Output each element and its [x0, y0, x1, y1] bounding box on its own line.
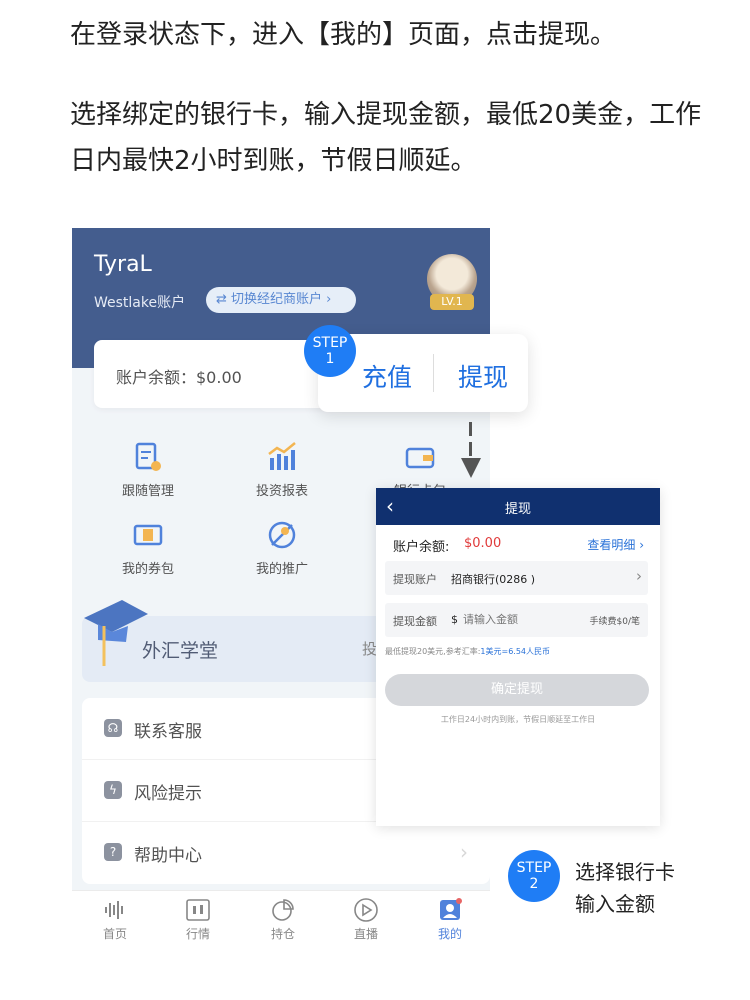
withdraw-account-field[interactable]: 提现账户 招商银行(0286 ) ›: [385, 561, 648, 595]
step-word: STEP: [312, 335, 348, 351]
chevron-right-icon: ›: [636, 567, 642, 585]
field-label: 提现账户: [393, 573, 437, 586]
arrow-line: [469, 422, 472, 460]
step2-description: 选择银行卡 输入金额: [575, 856, 675, 920]
step-number: 2: [529, 876, 539, 892]
exchange-rate: 1美元=6.54人民币: [480, 647, 551, 656]
withdraw-title: 提现: [504, 502, 531, 517]
withdraw-amount-field: 提现金额 $ 手续费$0/笔: [385, 603, 648, 637]
withdraw-screenshot: ‹ 提现 账户余额: $0.00 查看明细 › 提现账户 招商银行(0286 )…: [376, 488, 660, 826]
instruction-line-1: 在登录状态下，进入【我的】页面，点击提现。: [70, 20, 617, 50]
withdraw-header: ‹ 提现: [376, 488, 660, 525]
withdraw-button[interactable]: 提现: [458, 358, 508, 394]
bank-account-value: 招商银行(0286 ): [451, 573, 536, 586]
arrival-footnote: 工作日24小时内到账，节假日顺延至工作日: [440, 715, 596, 724]
instruction-line-2: 选择绑定的银行卡，输入提现金额，最低20美金，工作日内最快2小时到账，节假日顺延…: [70, 100, 702, 176]
currency-symbol: $: [451, 613, 458, 626]
balance-value: $0.00: [464, 536, 502, 551]
step1-badge: STEP 1: [304, 325, 356, 377]
step-number: 1: [325, 351, 335, 367]
step2-line-2: 输入金额: [575, 892, 655, 916]
step2-badge: STEP 2: [508, 850, 560, 902]
field-label: 提现金额: [393, 615, 437, 628]
divider: [433, 354, 434, 392]
note-text: 最低提现20美元,参考汇率:: [385, 647, 481, 656]
recharge-button[interactable]: 充值: [362, 358, 412, 394]
amount-input[interactable]: [463, 613, 583, 626]
minimum-note: 最低提现20美元,参考汇率:1美元=6.54人民币: [385, 646, 550, 657]
balance-label: 账户余额:: [393, 540, 450, 555]
view-details-link[interactable]: 查看明细 ›: [587, 536, 644, 553]
fee-text: 手续费$0/笔: [589, 617, 641, 627]
arrow-down-icon: [461, 458, 481, 478]
step-word: STEP: [516, 860, 552, 876]
step2-line-1: 选择银行卡: [575, 860, 675, 884]
confirm-withdraw-button[interactable]: 确定提现: [385, 674, 649, 706]
